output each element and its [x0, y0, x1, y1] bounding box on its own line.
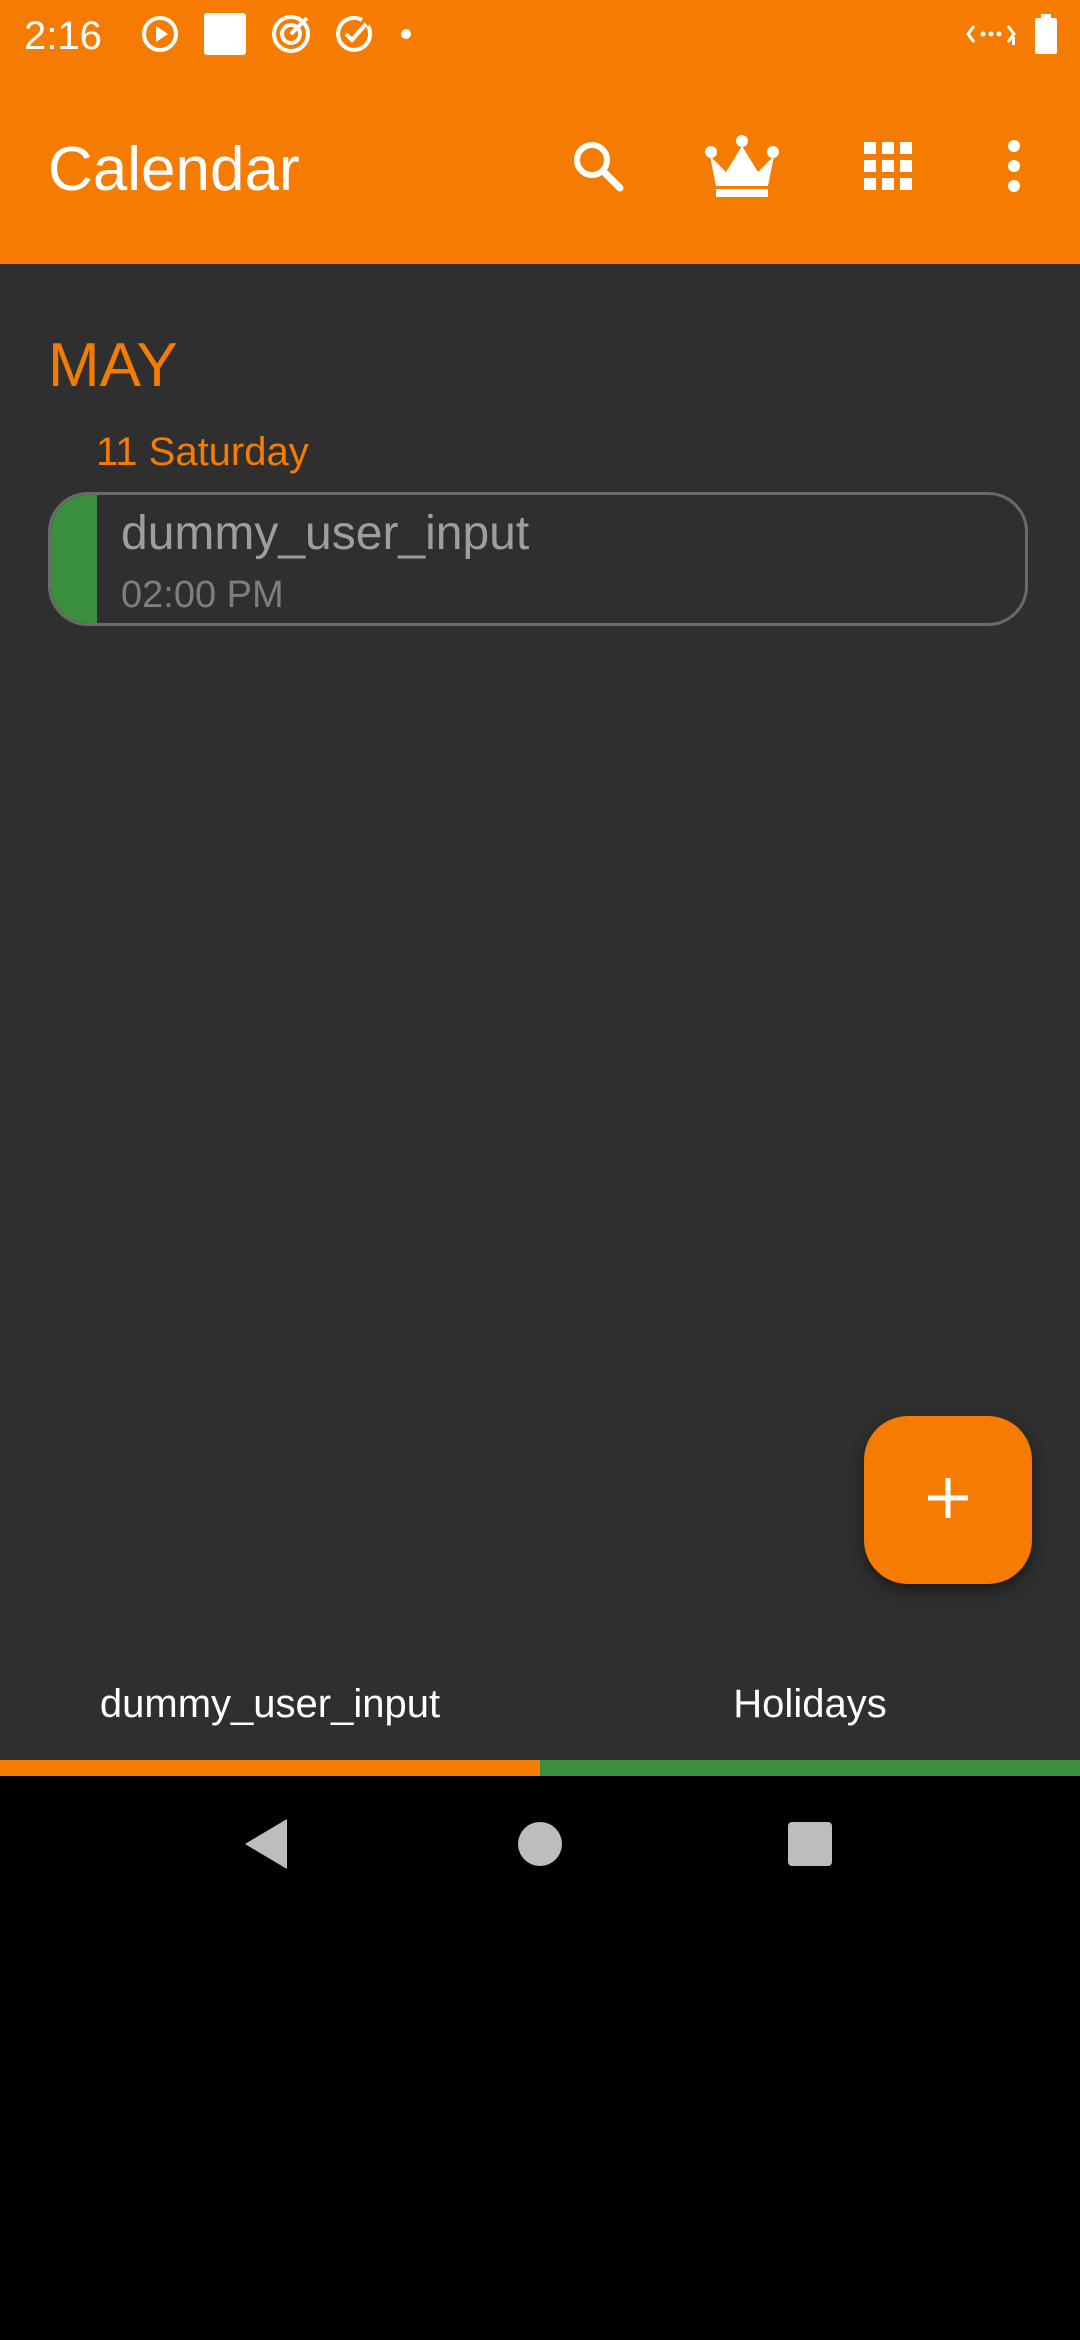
home-button[interactable] [504, 1810, 576, 1882]
crown-icon [704, 134, 780, 203]
data-signal-icon [966, 17, 1016, 56]
home-icon [516, 1820, 564, 1873]
tab-dummy-user-input[interactable]: dummy_user_input [0, 1654, 540, 1776]
search-icon [568, 136, 628, 201]
event-item[interactable]: dummy_user_input 02:00 PM [48, 492, 1028, 626]
search-button[interactable] [558, 128, 638, 208]
plus-icon [924, 1474, 972, 1527]
battery-icon [1034, 13, 1058, 59]
tab-color-indicator [0, 1760, 540, 1776]
premium-button[interactable] [702, 128, 782, 208]
calendar-tabs: dummy_user_input Holidays [0, 1654, 1080, 1776]
page-title: Calendar [48, 135, 300, 204]
status-icons-left [140, 12, 416, 60]
tab-label: dummy_user_input [99, 1682, 441, 1726]
event-time: 02:00 PM [121, 574, 284, 616]
recents-icon [786, 1820, 834, 1873]
dot-icon [396, 24, 416, 49]
month-header: MAY [48, 331, 178, 400]
recents-button[interactable] [774, 1810, 846, 1882]
day-header: 11 Saturday [96, 430, 309, 474]
tab-color-indicator [540, 1760, 1080, 1776]
event-color-bar [51, 495, 97, 623]
view-grid-button[interactable] [848, 128, 928, 208]
status-icons-right [966, 12, 1058, 60]
grid-icon [862, 140, 914, 197]
add-event-button[interactable] [864, 1416, 1032, 1584]
more-vert-icon [1004, 138, 1024, 199]
square-icon [202, 11, 248, 62]
more-options-button[interactable] [974, 128, 1054, 208]
back-icon [241, 1817, 291, 1876]
status-time: 2:16 [24, 14, 102, 58]
check-circle-icon [334, 14, 374, 59]
play-circle-icon [140, 14, 180, 59]
tab-label: Holidays [733, 1682, 887, 1726]
system-navigation-bar [0, 1776, 1080, 1916]
event-title: dummy_user_input [121, 507, 530, 560]
target-icon [270, 13, 312, 60]
back-button[interactable] [230, 1810, 302, 1882]
app-bar: Calendar [0, 72, 1080, 264]
tab-holidays[interactable]: Holidays [540, 1654, 1080, 1776]
status-bar: 2:16 [0, 0, 1080, 72]
